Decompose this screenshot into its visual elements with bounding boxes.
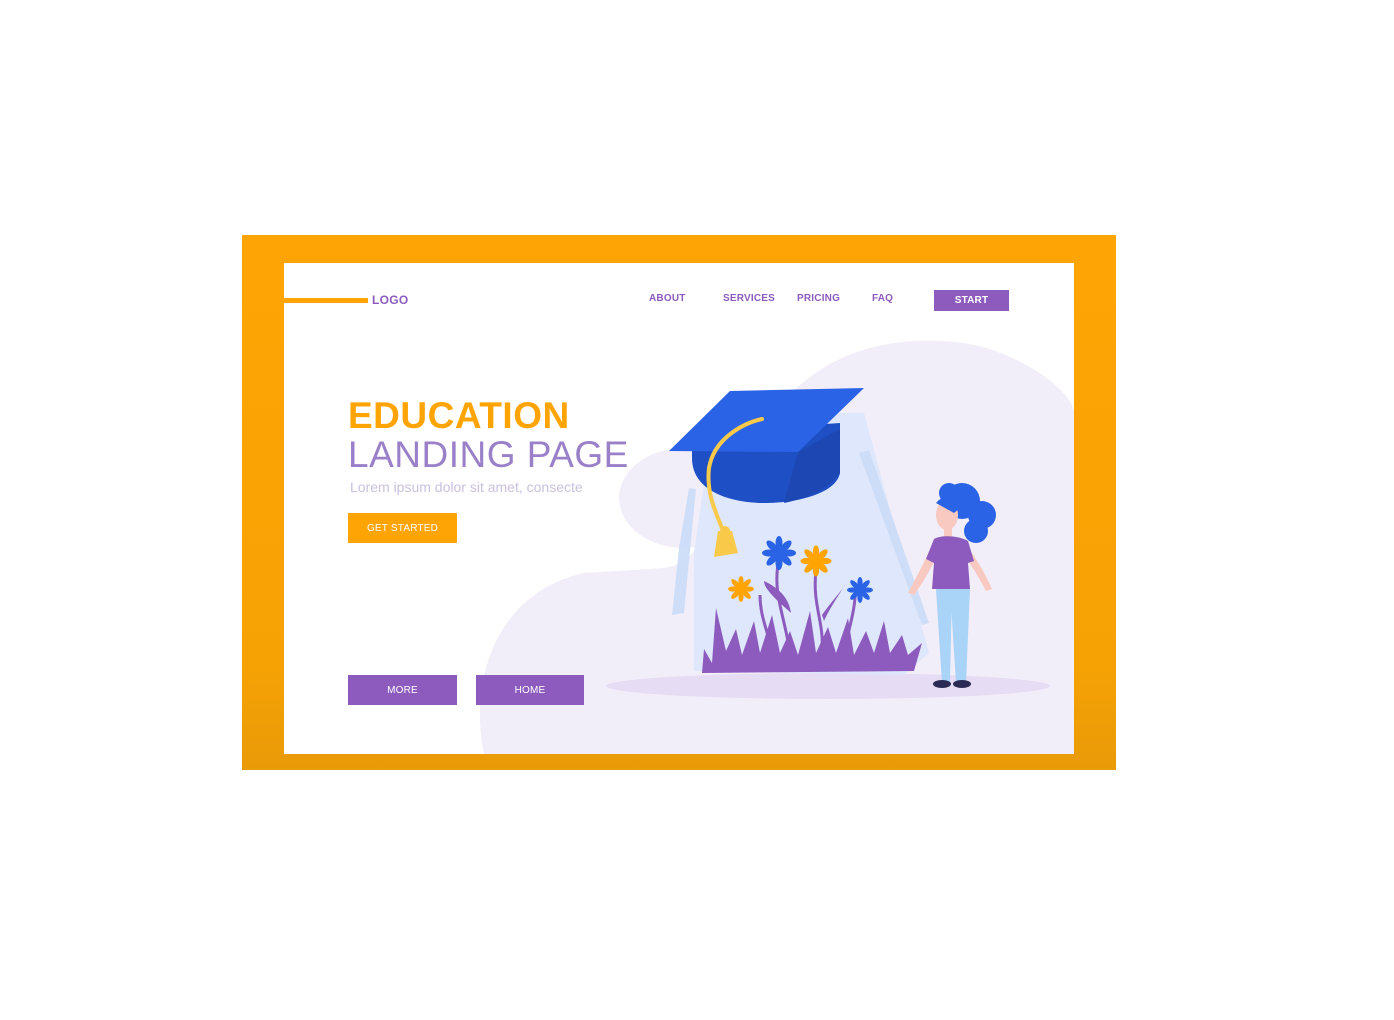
nav-pricing[interactable]: PRICING bbox=[797, 293, 840, 304]
start-button[interactable]: START bbox=[934, 290, 1009, 311]
get-started-button[interactable]: GET STARTED bbox=[348, 513, 457, 543]
landing-page: LOGO ABOUT SERVICES PRICING FAQ START ED… bbox=[284, 263, 1074, 754]
hero-subtitle: Lorem ipsum dolor sit amet, consecte bbox=[350, 479, 583, 495]
nav-services[interactable]: SERVICES bbox=[723, 293, 775, 304]
hero-title: EDUCATION bbox=[348, 395, 570, 436]
logo-underline bbox=[284, 298, 368, 303]
nav-faq[interactable]: FAQ bbox=[872, 293, 893, 304]
orange-frame: LOGO ABOUT SERVICES PRICING FAQ START ED… bbox=[242, 235, 1116, 770]
education-illustration bbox=[606, 388, 1050, 699]
home-button[interactable]: HOME bbox=[476, 675, 584, 705]
nav-about[interactable]: ABOUT bbox=[649, 293, 686, 304]
logo[interactable]: LOGO bbox=[372, 293, 409, 307]
ground-shadow bbox=[606, 673, 1050, 699]
more-button[interactable]: MORE bbox=[348, 675, 457, 705]
